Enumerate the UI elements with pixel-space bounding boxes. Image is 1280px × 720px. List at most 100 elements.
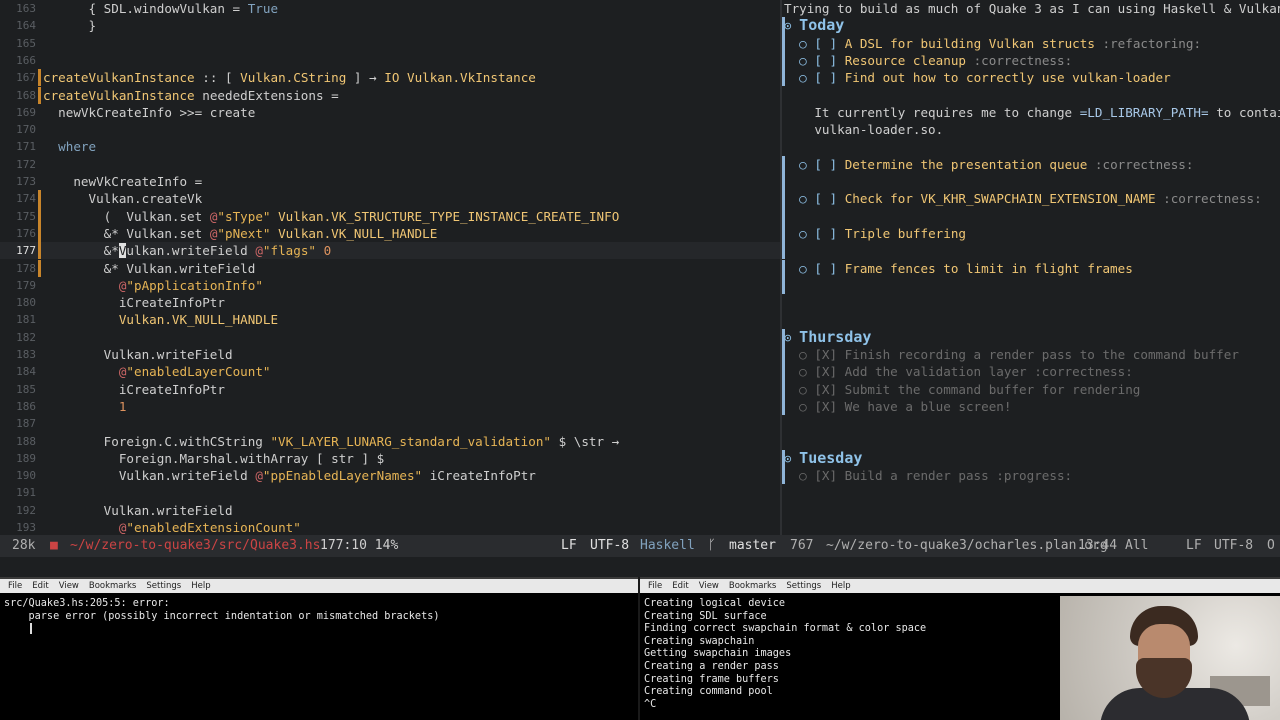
code-line[interactable]: 169 newVkCreateInfo >>= create: [0, 104, 780, 121]
emacs-frame: 163 { SDL.windowVulkan = True 164 } 165 166…: [0, 0, 1280, 577]
org-line[interactable]: ○ [ ] Check for VK_KHR_SWAPCHAIN_EXTENSI…: [782, 190, 1280, 208]
code-line[interactable]: 164 }: [0, 17, 780, 34]
org-line[interactable]: Trying to build as much of Quake 3 as I …: [782, 0, 1280, 17]
menu-edit[interactable]: Edit: [32, 581, 48, 591]
code-line[interactable]: 165: [0, 35, 780, 52]
org-line[interactable]: ○ [ ] Frame fences to limit in flight fr…: [782, 259, 1280, 277]
git-branch[interactable]: master: [729, 535, 776, 557]
code-line[interactable]: 190 Vulkan.writeField @"ppEnabledLayerNa…: [0, 467, 780, 484]
minibuffer[interactable]: [0, 557, 1280, 577]
org-line[interactable]: vulkan-loader.so.: [782, 121, 1280, 138]
right-buffer-path[interactable]: ~/w/zero-to-quake3/ocharles.plan.org: [826, 535, 1108, 557]
code-line[interactable]: 175 ( Vulkan.set @"sType" Vulkan.VK_STRU…: [0, 207, 780, 225]
code-token: iCreateInfoPtr: [43, 295, 225, 311]
org-line[interactable]: [782, 138, 1280, 155]
code-line[interactable]: 181 Vulkan.VK_NULL_HANDLE: [0, 311, 780, 328]
org-line[interactable]: ○ [X] Submit the command buffer for rend…: [782, 380, 1280, 398]
checkbox[interactable]: [ ]: [814, 226, 844, 241]
org-line[interactable]: ○ [X] Add the validation layer :correctn…: [782, 363, 1280, 381]
checkbox[interactable]: [ ]: [814, 36, 844, 51]
org-line[interactable]: [782, 415, 1280, 432]
checkbox[interactable]: [ ]: [814, 261, 844, 276]
buffer-path[interactable]: ~/w/zero-to-quake3/src/Quake3.hs: [70, 535, 320, 557]
terminal-left[interactable]: File Edit View Bookmarks Settings Help src/Qu…: [0, 577, 638, 720]
encoding-indicator[interactable]: UTF-8: [590, 535, 629, 557]
org-line[interactable]: [782, 294, 1280, 311]
menu-settings[interactable]: Settings: [146, 581, 181, 591]
org-line[interactable]: ○ [ ] A DSL for building Vulkan structs …: [782, 34, 1280, 52]
menu-view[interactable]: View: [59, 581, 79, 591]
org-line[interactable]: ○ [X] Build a render pass :progress:: [782, 467, 1280, 485]
org-line[interactable]: [782, 311, 1280, 328]
code-line[interactable]: 184 @"enabledLayerCount": [0, 363, 780, 380]
code-line[interactable]: 185 iCreateInfoPtr: [0, 381, 780, 398]
menu-bookmarks[interactable]: Bookmarks: [729, 581, 777, 591]
line-number: 174: [16, 192, 36, 206]
org-line[interactable]: [782, 87, 1280, 104]
code-line[interactable]: 192 Vulkan.writeField: [0, 502, 780, 519]
code-line[interactable]: 172: [0, 156, 780, 173]
code-line[interactable]: 167 createVulkanInstance :: [ Vulkan.CStr…: [0, 69, 780, 87]
code-line[interactable]: 171 where: [0, 138, 780, 155]
org-line[interactable]: [782, 173, 1280, 191]
code-line[interactable]: 178 &* Vulkan.writeField: [0, 259, 780, 277]
code-line[interactable]: 168 createVulkanInstance neededExtensions…: [0, 86, 780, 104]
code-line[interactable]: 193 @"enabledExtensionCount": [0, 519, 780, 535]
code-line[interactable]: 188 Foreign.C.withCString "VK_LAYER_LUNA…: [0, 433, 780, 450]
code-line[interactable]: 173 newVkCreateInfo =: [0, 173, 780, 190]
code-line-current[interactable]: 177 &*Vulkan.writeField @"flags" 0: [0, 242, 780, 260]
org-line[interactable]: [782, 207, 1280, 225]
org-line[interactable]: ○ [ ] Triple buffering: [782, 224, 1280, 243]
org-line[interactable]: [782, 242, 1280, 260]
menu-help[interactable]: Help: [191, 581, 210, 591]
menu-file[interactable]: File: [8, 581, 22, 591]
org-line[interactable]: ⊙ Tuesday: [782, 449, 1280, 468]
code-line[interactable]: 191: [0, 484, 780, 501]
menu-help[interactable]: Help: [831, 581, 850, 591]
code-text: 1: [43, 398, 127, 415]
right-encoding-indicator[interactable]: UTF-8: [1214, 535, 1253, 557]
code-text: iCreateInfoPtr: [43, 294, 225, 311]
code-line[interactable]: 179 @"pApplicationInfo": [0, 277, 780, 294]
major-mode[interactable]: Haskell: [640, 535, 695, 557]
code-editor-pane[interactable]: 163 { SDL.windowVulkan = True 164 } 165 166…: [0, 0, 780, 535]
code-line[interactable]: 180 iCreateInfoPtr: [0, 294, 780, 311]
code-line[interactable]: 170: [0, 121, 780, 138]
code-text: { SDL.windowVulkan = True: [43, 0, 278, 17]
org-line[interactable]: ○ [ ] Resource cleanup :correctness:: [782, 51, 1280, 70]
org-line[interactable]: ⊙ Today: [782, 16, 1280, 35]
org-line[interactable]: ⊙ Thursday: [782, 328, 1280, 346]
checkbox[interactable]: [ ]: [814, 157, 844, 172]
org-line[interactable]: It currently requires me to change =LD_L…: [782, 104, 1280, 121]
code-line[interactable]: 183 Vulkan.writeField: [0, 346, 780, 363]
checkbox[interactable]: [ ]: [814, 53, 844, 68]
org-line[interactable]: [782, 276, 1280, 295]
code-line[interactable]: 176 &* Vulkan.set @"pNext" Vulkan.VK_NUL…: [0, 224, 780, 243]
right-eol-indicator[interactable]: LF: [1186, 535, 1202, 557]
org-line[interactable]: ○ [X] Finish recording a render pass to …: [782, 346, 1280, 364]
org-line[interactable]: [782, 433, 1280, 450]
menu-bookmarks[interactable]: Bookmarks: [89, 581, 137, 591]
code-line[interactable]: 174 Vulkan.createVk: [0, 190, 780, 208]
menu-file[interactable]: File: [648, 581, 662, 591]
org-heading: Today: [799, 16, 845, 35]
menu-edit[interactable]: Edit: [672, 581, 688, 591]
org-line[interactable]: ○ [ ] Determine the presentation queue :…: [782, 155, 1280, 173]
code-token: "pApplicationInfo": [126, 277, 263, 293]
org-line[interactable]: ○ [ ] Find out how to correctly use vulk…: [782, 69, 1280, 87]
code-line[interactable]: 189 Foreign.Marshal.withArray [ str ] $: [0, 450, 780, 467]
menu-view[interactable]: View: [699, 581, 719, 591]
checkbox[interactable]: [ ]: [814, 70, 844, 85]
org-line[interactable]: ○ [X] We have a blue screen!: [782, 397, 1280, 416]
code-line[interactable]: 182: [0, 329, 780, 346]
code-line[interactable]: 166: [0, 52, 780, 69]
checkbox[interactable]: [ ]: [814, 191, 844, 206]
menu-settings[interactable]: Settings: [786, 581, 821, 591]
org-plan-pane[interactable]: Trying to build as much of Quake 3 as I …: [782, 0, 1280, 535]
eol-indicator[interactable]: LF: [561, 535, 577, 557]
code-token: iCreateInfoPtr: [422, 468, 536, 484]
code-token: neededExtensions =: [194, 87, 339, 103]
code-line[interactable]: 186 1: [0, 398, 780, 415]
code-line[interactable]: 163 { SDL.windowVulkan = True: [0, 0, 780, 17]
code-line[interactable]: 187: [0, 415, 780, 432]
